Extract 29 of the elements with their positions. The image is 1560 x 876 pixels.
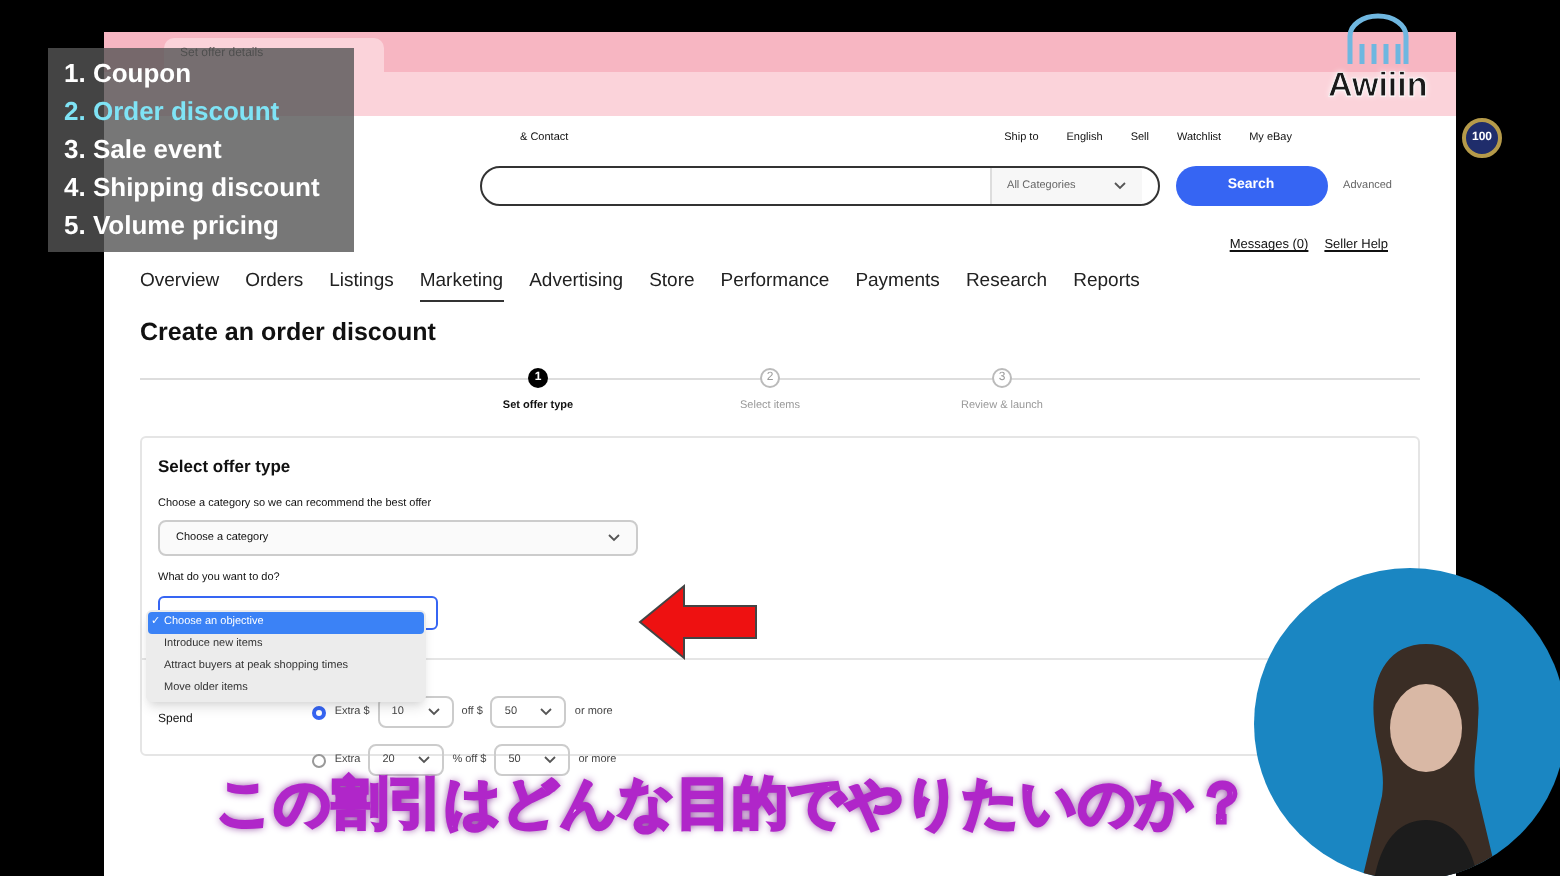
nav-tab[interactable]: Research xyxy=(965,268,1048,303)
topic-item: 5. Volume pricing xyxy=(64,208,281,244)
arrow-left-icon xyxy=(636,582,760,662)
nav-tab[interactable]: Reports xyxy=(1073,268,1140,303)
topic-item: 1. Coupon xyxy=(64,57,194,92)
chevron-down-icon xyxy=(608,534,620,542)
radio-button[interactable] xyxy=(312,705,327,720)
nav-tab[interactable]: Store xyxy=(649,268,695,303)
chevron-down-icon xyxy=(1113,182,1126,190)
nav-tab[interactable]: Overview xyxy=(140,268,220,303)
radio-button[interactable] xyxy=(312,753,327,768)
chevron-down-icon xyxy=(418,756,431,765)
nav-tab[interactable]: Advertising xyxy=(529,268,624,303)
nav-tab[interactable]: Payments xyxy=(855,268,940,303)
arch-logo-icon xyxy=(1343,12,1412,68)
nav-tab[interactable]: Orders xyxy=(245,268,304,303)
logo-text: Awiiin xyxy=(1328,68,1428,102)
nav-tab[interactable]: Marketing xyxy=(419,268,504,303)
chevron-down-icon xyxy=(540,708,553,717)
topic-item: 2. Order discount xyxy=(64,94,282,130)
chevron-down-icon xyxy=(544,756,557,765)
topic-item: 4. Shipping discount xyxy=(64,170,322,206)
nav-tab[interactable]: Performance xyxy=(720,268,830,303)
page-title: Create an order discount xyxy=(140,316,438,351)
nav-tab[interactable]: Listings xyxy=(329,268,394,303)
chevron-down-icon xyxy=(427,708,440,717)
topic-item: 3. Sale event xyxy=(64,132,224,168)
card-title: Select offer type xyxy=(158,454,293,480)
subtitle-caption: この割引はどんな目的でやりたいのか？ xyxy=(216,776,1250,832)
